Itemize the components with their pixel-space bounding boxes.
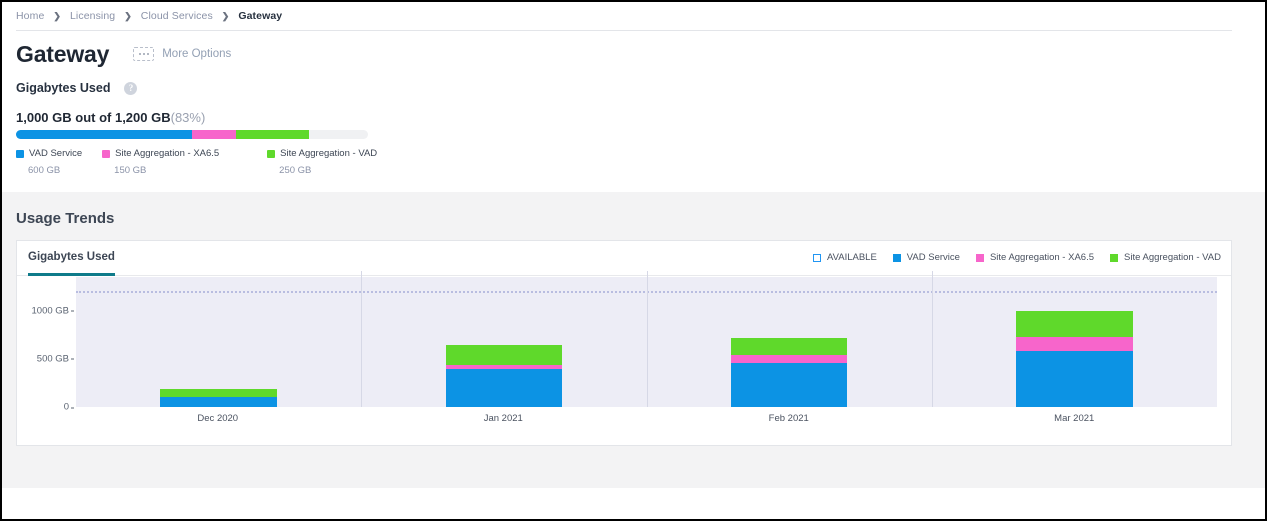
chart-plot-area: 1000 GB 500 GB 0 Dec 2020 Jan 2021 Feb 2021 M…	[17, 271, 1231, 446]
chart-bar-segment	[730, 354, 848, 363]
chart-bar-segment	[445, 344, 563, 365]
breadcrumb-item-licensing[interactable]: Licensing	[70, 10, 115, 22]
chart-legend-item[interactable]: Site Aggregation - VAD	[1110, 252, 1221, 263]
x-axis-tick-label: Feb 2021	[768, 413, 809, 424]
help-icon[interactable]: ?	[124, 81, 138, 95]
category-divider	[361, 271, 363, 407]
y-axis-tick-label: 1000 GB	[31, 305, 74, 317]
legend-swatch-icon	[16, 149, 24, 158]
chart-canvas	[75, 271, 1217, 407]
chart-bar-segment	[730, 362, 848, 407]
progress-segment	[192, 130, 236, 139]
chart-legend-swatch-icon	[812, 253, 821, 262]
tab-gigabytes-used[interactable]: Gigabytes Used	[28, 251, 115, 276]
page-header: Gateway More Options	[16, 40, 231, 68]
chart-bar-segment	[445, 368, 563, 407]
chart-bar-segment	[160, 397, 277, 407]
gigabytes-used-section-header: Gigabytes Used ?	[16, 81, 138, 95]
header-divider	[16, 30, 1232, 31]
chart-bar[interactable]	[445, 344, 563, 407]
usage-legend-label: VAD Service	[29, 148, 83, 159]
x-axis-tick-label: Jan 2021	[483, 413, 523, 424]
chart-bar-segment	[160, 389, 277, 397]
usage-legend: VAD Service 600 GB Site Aggregation - XA6.…	[16, 148, 397, 176]
usage-trends-card: Gigabytes Used AVAILABLE VAD Service Site …	[16, 240, 1232, 446]
usage-legend-label: Site Aggregation - VAD	[280, 148, 378, 159]
breadcrumb-separator-icon: ❯	[124, 10, 132, 21]
page-title: Gateway	[16, 41, 110, 67]
y-axis-tick-label: 0	[63, 401, 75, 413]
y-axis-tick-label: 500 GB	[36, 353, 75, 365]
category-divider	[931, 271, 933, 407]
chart-bar[interactable]	[730, 337, 848, 407]
x-axis-tick-label: Mar 2021	[1054, 413, 1095, 424]
chart-legend-item[interactable]: Site Aggregation - XA6.5	[975, 252, 1094, 263]
chart-legend-label: AVAILABLE	[826, 252, 877, 263]
usage-legend-label: Site Aggregation - XA6.5	[115, 148, 220, 159]
breadcrumb-item-home[interactable]: Home	[16, 10, 44, 22]
usage-progress-bar	[16, 130, 368, 139]
progress-segment	[236, 130, 310, 139]
ellipsis-icon	[133, 47, 155, 61]
chart-legend-label: Site Aggregation - VAD	[1124, 252, 1221, 263]
chart-legend-swatch-icon	[892, 253, 901, 262]
chart-legend-item[interactable]: VAD Service	[892, 252, 960, 263]
legend-swatch-icon	[267, 149, 276, 158]
chart-bar-segment	[1016, 350, 1133, 407]
usage-legend-value: 600 GB	[28, 165, 61, 176]
chart-legend-swatch-icon	[1110, 253, 1118, 262]
usage-legend-value: 150 GB	[114, 165, 147, 176]
chart-legend-swatch-icon	[975, 253, 984, 262]
usage-legend-item: Site Aggregation - VAD 250 GB	[267, 148, 377, 176]
chart-bar-segment	[1016, 336, 1133, 351]
breadcrumb: Home ❯ Licensing ❯ Cloud Services ❯ Gateway	[2, 2, 1265, 30]
legend-swatch-icon	[102, 149, 111, 158]
chart-bar[interactable]	[160, 389, 277, 407]
usage-legend-item: VAD Service 600 GB	[16, 148, 82, 176]
usage-percent: (83%)	[170, 110, 206, 125]
usage-amount: 1,000 GB out of 1,200 GB	[16, 110, 171, 125]
usage-trends-section: Usage Trends Gigabytes Used AVAILABLE VAD…	[2, 192, 1265, 488]
gigabytes-used-label: Gigabytes Used	[16, 81, 111, 95]
chart-bar-segment	[730, 337, 848, 355]
chart-bar[interactable]	[1016, 310, 1133, 407]
gateway-usage-page: Home ❯ Licensing ❯ Cloud Services ❯ Gateway Ga…	[0, 0, 1267, 521]
chart-card-header: Gigabytes Used AVAILABLE VAD Service Site …	[17, 241, 1231, 276]
breadcrumb-item-gateway: Gateway	[238, 10, 283, 22]
more-options-label: More Options	[162, 48, 232, 60]
chart-legend: AVAILABLE VAD Service Site Aggregation - X…	[797, 252, 1221, 263]
breadcrumb-separator-icon: ❯	[221, 10, 230, 21]
x-axis-tick-label: Dec 2020	[197, 413, 239, 424]
category-divider	[646, 271, 648, 407]
chart-legend-label: Site Aggregation - XA6.5	[989, 252, 1094, 263]
chart-bar-segment	[1016, 310, 1133, 337]
breadcrumb-separator-icon: ❯	[53, 10, 61, 21]
progress-segment	[16, 130, 192, 139]
usage-trends-title: Usage Trends	[16, 210, 115, 227]
usage-legend-item: Site Aggregation - XA6.5 150 GB	[102, 148, 247, 176]
chart-legend-label: VAD Service	[906, 252, 960, 263]
usage-legend-value: 250 GB	[279, 165, 312, 176]
more-options-button[interactable]: More Options	[133, 47, 231, 61]
breadcrumb-item-cloud-services[interactable]: Cloud Services	[141, 10, 213, 22]
usage-summary-text: 1,000 GB out of 1,200 GB(83%)	[16, 110, 205, 125]
chart-legend-item[interactable]: AVAILABLE	[812, 252, 877, 263]
